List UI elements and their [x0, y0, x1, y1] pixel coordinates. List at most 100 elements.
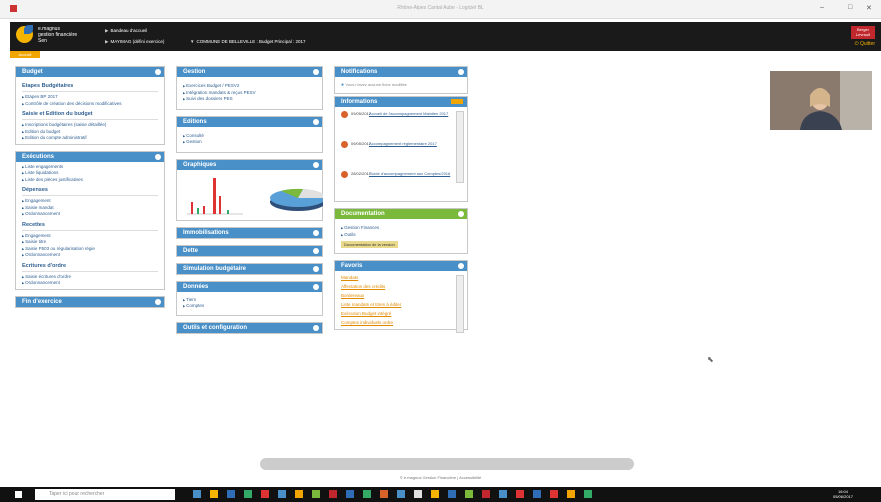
informations-header[interactable]: Informations — [335, 97, 467, 107]
task-view-icon[interactable] — [193, 490, 201, 498]
person-video — [770, 71, 872, 130]
favoris-panel: Favoris Mandats Affectation des crédits … — [334, 260, 468, 333]
info-icon — [341, 171, 348, 178]
app-icon[interactable] — [278, 490, 286, 498]
info-item[interactable]: 28/02/2017 Guide d'accompagnement aux Co… — [341, 169, 453, 199]
app-icon[interactable] — [567, 490, 575, 498]
column-middle: Gestion Exercices Budget / PESV2 Intégra… — [176, 66, 327, 340]
favori-item[interactable]: Bordereaux — [341, 291, 453, 300]
collapse-icon[interactable] — [313, 161, 319, 168]
power-icon: ⏻ — [854, 41, 859, 47]
collapse-icon[interactable] — [313, 69, 319, 75]
store-icon[interactable] — [244, 490, 252, 498]
app-icon[interactable] — [584, 490, 592, 498]
taskbar-search[interactable]: Taper ici pour rechercher — [35, 489, 175, 500]
link-dep-ordonnancement[interactable]: Ordonnancement — [22, 211, 158, 218]
home-banner-button[interactable]: ▶ Bandeau d'accueil — [105, 28, 147, 34]
app-icon[interactable] — [261, 490, 269, 498]
close-icon[interactable]: ✕ — [866, 4, 872, 12]
favoris-header[interactable]: Favoris — [335, 261, 467, 271]
dette-header[interactable]: Dette — [177, 245, 322, 256]
donnees-header[interactable]: Données — [177, 281, 322, 292]
app-icon[interactable] — [346, 490, 354, 498]
gestion-panel: Gestion Exercices Budget / PESV2 Intégra… — [176, 66, 323, 110]
link-compte-admin[interactable]: Edition du compte administratif — [22, 135, 158, 142]
minimize-icon[interactable]: – — [820, 4, 824, 11]
app-icon[interactable] — [312, 490, 320, 498]
app-icon[interactable] — [482, 490, 490, 498]
link-doc-outils[interactable]: Outils — [341, 232, 461, 239]
app-icon[interactable] — [448, 490, 456, 498]
app-header: e.magnus gestion financière Sen ▶ Bandeau… — [10, 22, 881, 51]
fin-exercice-header[interactable]: Fin d'exercice — [16, 296, 164, 307]
info-icon — [341, 111, 348, 118]
link-pieces[interactable]: Liste des pièces justificatives — [22, 177, 158, 184]
expand-icon[interactable] — [313, 229, 319, 236]
app-icon[interactable] — [380, 490, 388, 498]
explorer-icon[interactable] — [210, 490, 218, 498]
quit-button[interactable]: ⏻ Quitter — [855, 41, 875, 47]
simulation-header[interactable]: Simulation budgétaire — [177, 263, 322, 274]
graphiques-thumbnail[interactable] — [183, 172, 327, 218]
favori-item[interactable]: Liste mandats et titres à éditer — [341, 300, 453, 309]
context-selector[interactable]: ▼ COMMUNE DE BELLEVILLE : Budget Principa… — [190, 39, 306, 44]
vendor-button[interactable]: Berger Levrault — [851, 26, 875, 39]
editions-header[interactable]: Editions — [177, 116, 322, 127]
app-icon[interactable] — [516, 490, 524, 498]
collapse-icon[interactable] — [155, 69, 161, 75]
app-icon[interactable] — [499, 490, 507, 498]
mouse-cursor-icon: ⬉ — [707, 355, 714, 364]
collapse-icon[interactable] — [458, 263, 464, 269]
budget-header[interactable]: Budget — [16, 67, 164, 77]
expand-icon[interactable] — [313, 265, 319, 272]
brand-name: e.magnus gestion financière Sen — [38, 26, 78, 44]
favori-item[interactable]: Exécution Budget intégré — [341, 309, 453, 318]
horizontal-scrollbar[interactable] — [260, 458, 634, 470]
app-icon[interactable] — [414, 490, 422, 498]
maximize-icon[interactable]: □ — [848, 4, 852, 11]
link-edition-gestion[interactable]: Gestion — [183, 139, 316, 146]
link-ord-ordonnancement[interactable]: Ordonnancement — [22, 280, 158, 287]
app-icon[interactable] — [465, 490, 473, 498]
info-item[interactable]: 09/05/2017 Accueil de l'accompagnement M… — [341, 109, 453, 139]
user-button[interactable]: ▶ MAYIMAG (défini exercice) — [105, 39, 164, 45]
expand-icon[interactable] — [313, 324, 319, 331]
edge-icon[interactable] — [227, 490, 235, 498]
favori-item[interactable]: Affectation des crédits — [341, 282, 453, 291]
link-comptes[interactable]: Comptes — [183, 303, 316, 310]
tab-accueil[interactable]: Accueil — [10, 51, 40, 58]
app-icon[interactable] — [329, 490, 337, 498]
collapse-icon[interactable] — [458, 211, 464, 217]
app-icon[interactable] — [533, 490, 541, 498]
notifications-header[interactable]: Notifications — [335, 67, 467, 77]
taskbar-clock[interactable]: 16:04 05/06/2017 — [833, 489, 853, 499]
immob-header[interactable]: Immobilisations — [177, 227, 322, 238]
app-icon[interactable] — [295, 490, 303, 498]
windows-start-icon[interactable] — [15, 491, 22, 498]
execution-header[interactable]: Exécutions — [16, 151, 164, 162]
expand-icon[interactable] — [313, 247, 319, 254]
link-rec-ordonnancement[interactable]: Ordonnancement — [22, 252, 158, 259]
favori-item[interactable]: Comptes individuels ordre — [341, 318, 453, 327]
collapse-icon[interactable] — [458, 69, 464, 75]
expand-icon[interactable] — [155, 298, 161, 305]
informations-panel: Informations 09/05/2017 Accueil de l'acc… — [334, 96, 468, 202]
collapse-icon[interactable] — [313, 283, 319, 290]
collapse-icon[interactable] — [313, 118, 319, 125]
collapse-icon[interactable] — [155, 153, 161, 160]
app-icon[interactable] — [431, 490, 439, 498]
graphiques-header[interactable]: Graphiques — [177, 159, 322, 170]
documentation-header[interactable]: Documentation — [335, 209, 467, 219]
link-controle-dm[interactable]: Contrôle de création des décisions modif… — [22, 101, 158, 108]
info-scrollbar[interactable] — [456, 111, 464, 183]
gestion-header[interactable]: Gestion — [177, 67, 322, 77]
link-suivi-pes[interactable]: Suivi des dossiers PES — [183, 96, 316, 103]
doc-version-button[interactable]: Documentation de la version — [341, 241, 398, 248]
app-icon[interactable] — [363, 490, 371, 498]
favori-item[interactable]: Mandats — [341, 273, 453, 282]
outils-header[interactable]: Outils et configuration — [177, 322, 322, 333]
app-icon[interactable] — [397, 490, 405, 498]
favoris-scrollbar[interactable] — [456, 275, 464, 333]
info-item[interactable]: 09/05/2017 Accompagnement réglementaire … — [341, 139, 453, 169]
app-icon[interactable] — [550, 490, 558, 498]
